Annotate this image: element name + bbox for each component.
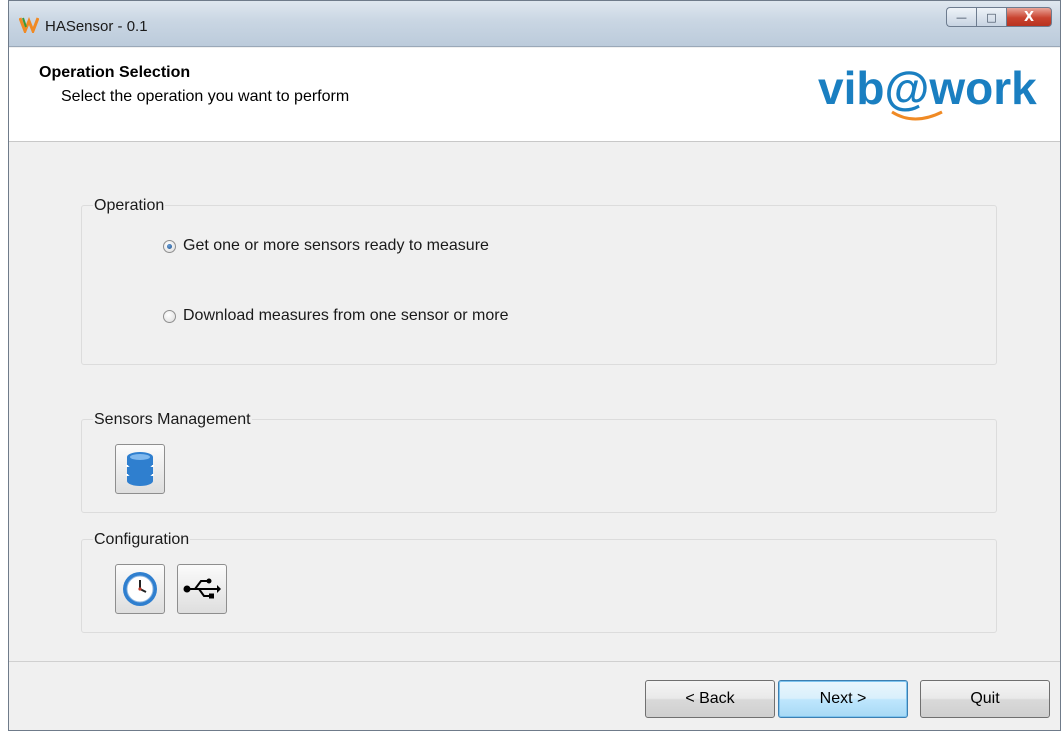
vibatwork-logo: vib@work bbox=[818, 62, 1037, 121]
minimize-button[interactable]: — bbox=[946, 7, 976, 27]
clock-icon bbox=[123, 572, 157, 606]
wizard-header: Operation Selection Select the operation… bbox=[9, 48, 1060, 142]
next-button[interactable]: Next > bbox=[778, 680, 908, 718]
clock-button[interactable] bbox=[115, 564, 165, 614]
window-controls: — □ X bbox=[946, 7, 1052, 27]
maximize-button[interactable]: □ bbox=[976, 7, 1006, 27]
sensors-management-label: Sensors Management bbox=[93, 411, 252, 429]
radio-download-measures[interactable]: Download measures from one sensor or mor… bbox=[163, 307, 508, 325]
usb-button[interactable] bbox=[177, 564, 227, 614]
usb-icon bbox=[183, 578, 221, 599]
close-button[interactable]: X bbox=[1006, 7, 1052, 27]
radio-checked-icon[interactable] bbox=[163, 239, 176, 253]
radio-unchecked-icon[interactable] bbox=[163, 309, 176, 323]
radio-label: Get one or more sensors ready to measure bbox=[183, 237, 489, 254]
radio-label: Download measures from one sensor or mor… bbox=[183, 307, 509, 324]
page-subtitle: Select the operation you want to perform bbox=[61, 88, 350, 105]
operation-group-label: Operation bbox=[93, 197, 166, 215]
window-title: HASensor - 0.1 bbox=[45, 18, 148, 35]
sensors-management-group bbox=[81, 419, 997, 513]
configuration-label: Configuration bbox=[93, 531, 191, 549]
app-icon bbox=[19, 17, 39, 33]
operation-group bbox=[81, 205, 997, 365]
database-button[interactable] bbox=[115, 444, 165, 494]
footer-separator bbox=[9, 661, 1060, 662]
page-title: Operation Selection bbox=[39, 64, 191, 81]
database-icon bbox=[126, 452, 154, 486]
radio-prepare-sensors[interactable]: Get one or more sensors ready to measure bbox=[163, 237, 489, 255]
logo-text: vib@work bbox=[818, 62, 1037, 114]
quit-button[interactable]: Quit bbox=[920, 680, 1050, 718]
app-window: HASensor - 0.1 — □ X Operation Selection… bbox=[8, 0, 1061, 731]
title-bar[interactable]: HASensor - 0.1 — □ X bbox=[9, 1, 1060, 47]
back-button[interactable]: < Back bbox=[645, 680, 775, 718]
